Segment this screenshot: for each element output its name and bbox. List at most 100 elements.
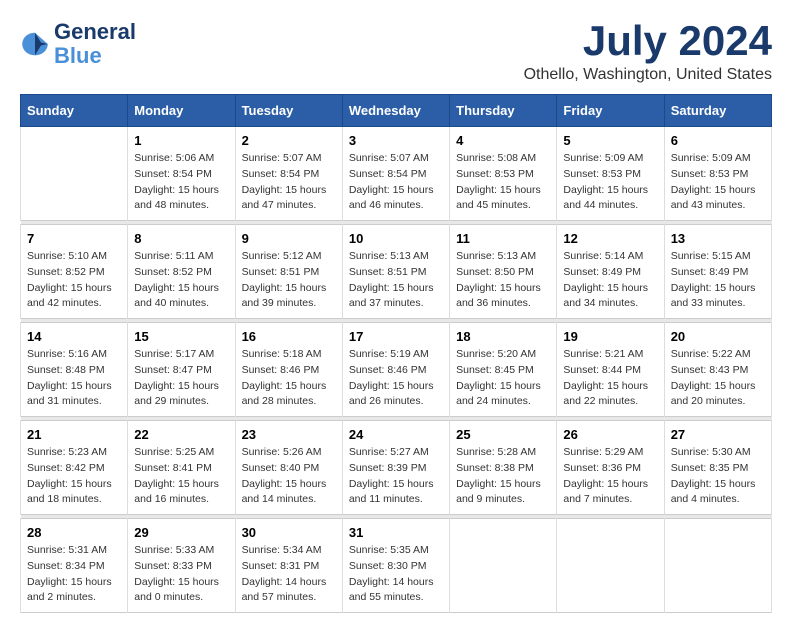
day-info: Sunrise: 5:07 AM Sunset: 8:54 PM Dayligh… (242, 151, 336, 214)
day-number: 30 (242, 525, 336, 540)
day-number: 7 (27, 231, 121, 246)
day-number: 13 (671, 231, 765, 246)
day-number: 1 (134, 133, 228, 148)
day-number: 3 (349, 133, 443, 148)
day-info: Sunrise: 5:28 AM Sunset: 8:38 PM Dayligh… (456, 445, 550, 508)
cell-week4-day1: 22 Sunrise: 5:25 AM Sunset: 8:41 PM Dayli… (128, 421, 235, 515)
cell-week2-day0: 7Sunrise: 5:10 AM Sunset: 8:52 PM Daylig… (21, 225, 128, 319)
day-info: Sunrise: 5:31 AM Sunset: 8:34 PM Dayligh… (27, 543, 121, 606)
day-info: Sunrise: 5:11 AM Sunset: 8:52 PM Dayligh… (134, 249, 228, 312)
day-info: Sunrise: 5:27 AM Sunset: 8:39 PM Dayligh… (349, 445, 443, 508)
day-info: Sunrise: 5:19 AM Sunset: 8:46 PM Dayligh… (349, 347, 443, 410)
cell-week4-day0: 21 Sunrise: 5:23 AM Sunset: 8:42 PM Dayli… (21, 421, 128, 515)
day-info: Sunrise: 5:06 AM Sunset: 8:54 PM Dayligh… (134, 151, 228, 214)
cell-week1-day0 (21, 127, 128, 221)
cell-week3-day3: 17 Sunrise: 5:19 AM Sunset: 8:46 PM Dayli… (342, 323, 449, 417)
cell-week5-day1: 29 Sunrise: 5:33 AM Sunset: 8:33 PM Dayli… (128, 519, 235, 613)
day-info: Sunrise: 5:34 AM Sunset: 8:31 PM Dayligh… (242, 543, 336, 606)
cell-week2-day1: 8 Sunrise: 5:11 AM Sunset: 8:52 PM Daylig… (128, 225, 235, 319)
col-saturday: Saturday (664, 95, 771, 127)
day-info: Sunrise: 5:29 AM Sunset: 8:36 PM Dayligh… (563, 445, 657, 508)
day-info: Sunrise: 5:21 AM Sunset: 8:44 PM Dayligh… (563, 347, 657, 410)
day-number: 19 (563, 329, 657, 344)
day-number: 15 (134, 329, 228, 344)
cell-week4-day3: 24 Sunrise: 5:27 AM Sunset: 8:39 PM Dayli… (342, 421, 449, 515)
cell-week3-day1: 15 Sunrise: 5:17 AM Sunset: 8:47 PM Dayli… (128, 323, 235, 417)
logo-text: GeneralBlue (54, 20, 136, 68)
cell-week5-day2: 30 Sunrise: 5:34 AM Sunset: 8:31 PM Dayli… (235, 519, 342, 613)
day-number: 27 (671, 427, 765, 442)
day-number: 20 (671, 329, 765, 344)
day-number: 24 (349, 427, 443, 442)
week-row-3: 14Sunrise: 5:16 AM Sunset: 8:48 PM Dayli… (21, 323, 772, 417)
week-row-4: 21 Sunrise: 5:23 AM Sunset: 8:42 PM Dayli… (21, 421, 772, 515)
day-number: 23 (242, 427, 336, 442)
cell-week5-day0: 28Sunrise: 5:31 AM Sunset: 8:34 PM Dayli… (21, 519, 128, 613)
day-info: Sunrise: 5:33 AM Sunset: 8:33 PM Dayligh… (134, 543, 228, 606)
day-info: Sunrise: 5:30 AM Sunset: 8:35 PM Dayligh… (671, 445, 765, 508)
day-info: Sunrise: 5:07 AM Sunset: 8:54 PM Dayligh… (349, 151, 443, 214)
day-number: 10 (349, 231, 443, 246)
cell-week4-day6: 27 Sunrise: 5:30 AM Sunset: 8:35 PM Dayli… (664, 421, 771, 515)
cell-week1-day5: 5 Sunrise: 5:09 AM Sunset: 8:53 PM Daylig… (557, 127, 664, 221)
cell-week5-day4 (450, 519, 557, 613)
day-info: Sunrise: 5:08 AM Sunset: 8:53 PM Dayligh… (456, 151, 550, 214)
day-number: 21 (27, 427, 121, 442)
week-row-5: 28Sunrise: 5:31 AM Sunset: 8:34 PM Dayli… (21, 519, 772, 613)
col-thursday: Thursday (450, 95, 557, 127)
day-number: 6 (671, 133, 765, 148)
cell-week5-day6 (664, 519, 771, 613)
day-number: 2 (242, 133, 336, 148)
day-number: 5 (563, 133, 657, 148)
day-info: Sunrise: 5:35 AM Sunset: 8:30 PM Dayligh… (349, 543, 443, 606)
cell-week3-day2: 16 Sunrise: 5:18 AM Sunset: 8:46 PM Dayli… (235, 323, 342, 417)
col-sunday: Sunday (21, 95, 128, 127)
page-container: GeneralBlue July 2024 Othello, Washingto… (20, 20, 772, 613)
day-number: 31 (349, 525, 443, 540)
cell-week4-day4: 25 Sunrise: 5:28 AM Sunset: 8:38 PM Dayli… (450, 421, 557, 515)
day-number: 16 (242, 329, 336, 344)
day-number: 12 (563, 231, 657, 246)
day-info: Sunrise: 5:17 AM Sunset: 8:47 PM Dayligh… (134, 347, 228, 410)
col-monday: Monday (128, 95, 235, 127)
subtitle: Othello, Washington, United States (524, 66, 772, 84)
cell-week1-day6: 6 Sunrise: 5:09 AM Sunset: 8:53 PM Daylig… (664, 127, 771, 221)
cell-week1-day4: 4 Sunrise: 5:08 AM Sunset: 8:53 PM Daylig… (450, 127, 557, 221)
logo-icon (20, 29, 50, 59)
day-number: 22 (134, 427, 228, 442)
day-number: 25 (456, 427, 550, 442)
day-number: 9 (242, 231, 336, 246)
header: GeneralBlue July 2024 Othello, Washingto… (20, 20, 772, 84)
day-info: Sunrise: 5:23 AM Sunset: 8:42 PM Dayligh… (27, 445, 121, 508)
logo: GeneralBlue (20, 20, 136, 68)
cell-week2-day4: 11Sunrise: 5:13 AM Sunset: 8:50 PM Dayli… (450, 225, 557, 319)
day-number: 17 (349, 329, 443, 344)
col-friday: Friday (557, 95, 664, 127)
day-info: Sunrise: 5:18 AM Sunset: 8:46 PM Dayligh… (242, 347, 336, 410)
cell-week1-day3: 3 Sunrise: 5:07 AM Sunset: 8:54 PM Daylig… (342, 127, 449, 221)
cell-week2-day2: 9 Sunrise: 5:12 AM Sunset: 8:51 PM Daylig… (235, 225, 342, 319)
day-info: Sunrise: 5:09 AM Sunset: 8:53 PM Dayligh… (671, 151, 765, 214)
day-info: Sunrise: 5:25 AM Sunset: 8:41 PM Dayligh… (134, 445, 228, 508)
day-number: 11 (456, 231, 550, 246)
calendar-table: Sunday Monday Tuesday Wednesday Thursday… (20, 94, 772, 613)
title-block: July 2024 Othello, Washington, United St… (524, 20, 772, 84)
col-tuesday: Tuesday (235, 95, 342, 127)
day-info: Sunrise: 5:12 AM Sunset: 8:51 PM Dayligh… (242, 249, 336, 312)
cell-week4-day5: 26 Sunrise: 5:29 AM Sunset: 8:36 PM Dayli… (557, 421, 664, 515)
day-info: Sunrise: 5:20 AM Sunset: 8:45 PM Dayligh… (456, 347, 550, 410)
day-info: Sunrise: 5:15 AM Sunset: 8:49 PM Dayligh… (671, 249, 765, 312)
day-info: Sunrise: 5:26 AM Sunset: 8:40 PM Dayligh… (242, 445, 336, 508)
day-number: 29 (134, 525, 228, 540)
cell-week2-day6: 13 Sunrise: 5:15 AM Sunset: 8:49 PM Dayli… (664, 225, 771, 319)
day-number: 26 (563, 427, 657, 442)
header-row: Sunday Monday Tuesday Wednesday Thursday… (21, 95, 772, 127)
day-info: Sunrise: 5:16 AM Sunset: 8:48 PM Dayligh… (27, 347, 121, 410)
day-number: 8 (134, 231, 228, 246)
cell-week3-day5: 19 Sunrise: 5:21 AM Sunset: 8:44 PM Dayli… (557, 323, 664, 417)
day-number: 18 (456, 329, 550, 344)
main-title: July 2024 (524, 20, 772, 62)
cell-week3-day0: 14Sunrise: 5:16 AM Sunset: 8:48 PM Dayli… (21, 323, 128, 417)
day-info: Sunrise: 5:09 AM Sunset: 8:53 PM Dayligh… (563, 151, 657, 214)
day-number: 4 (456, 133, 550, 148)
